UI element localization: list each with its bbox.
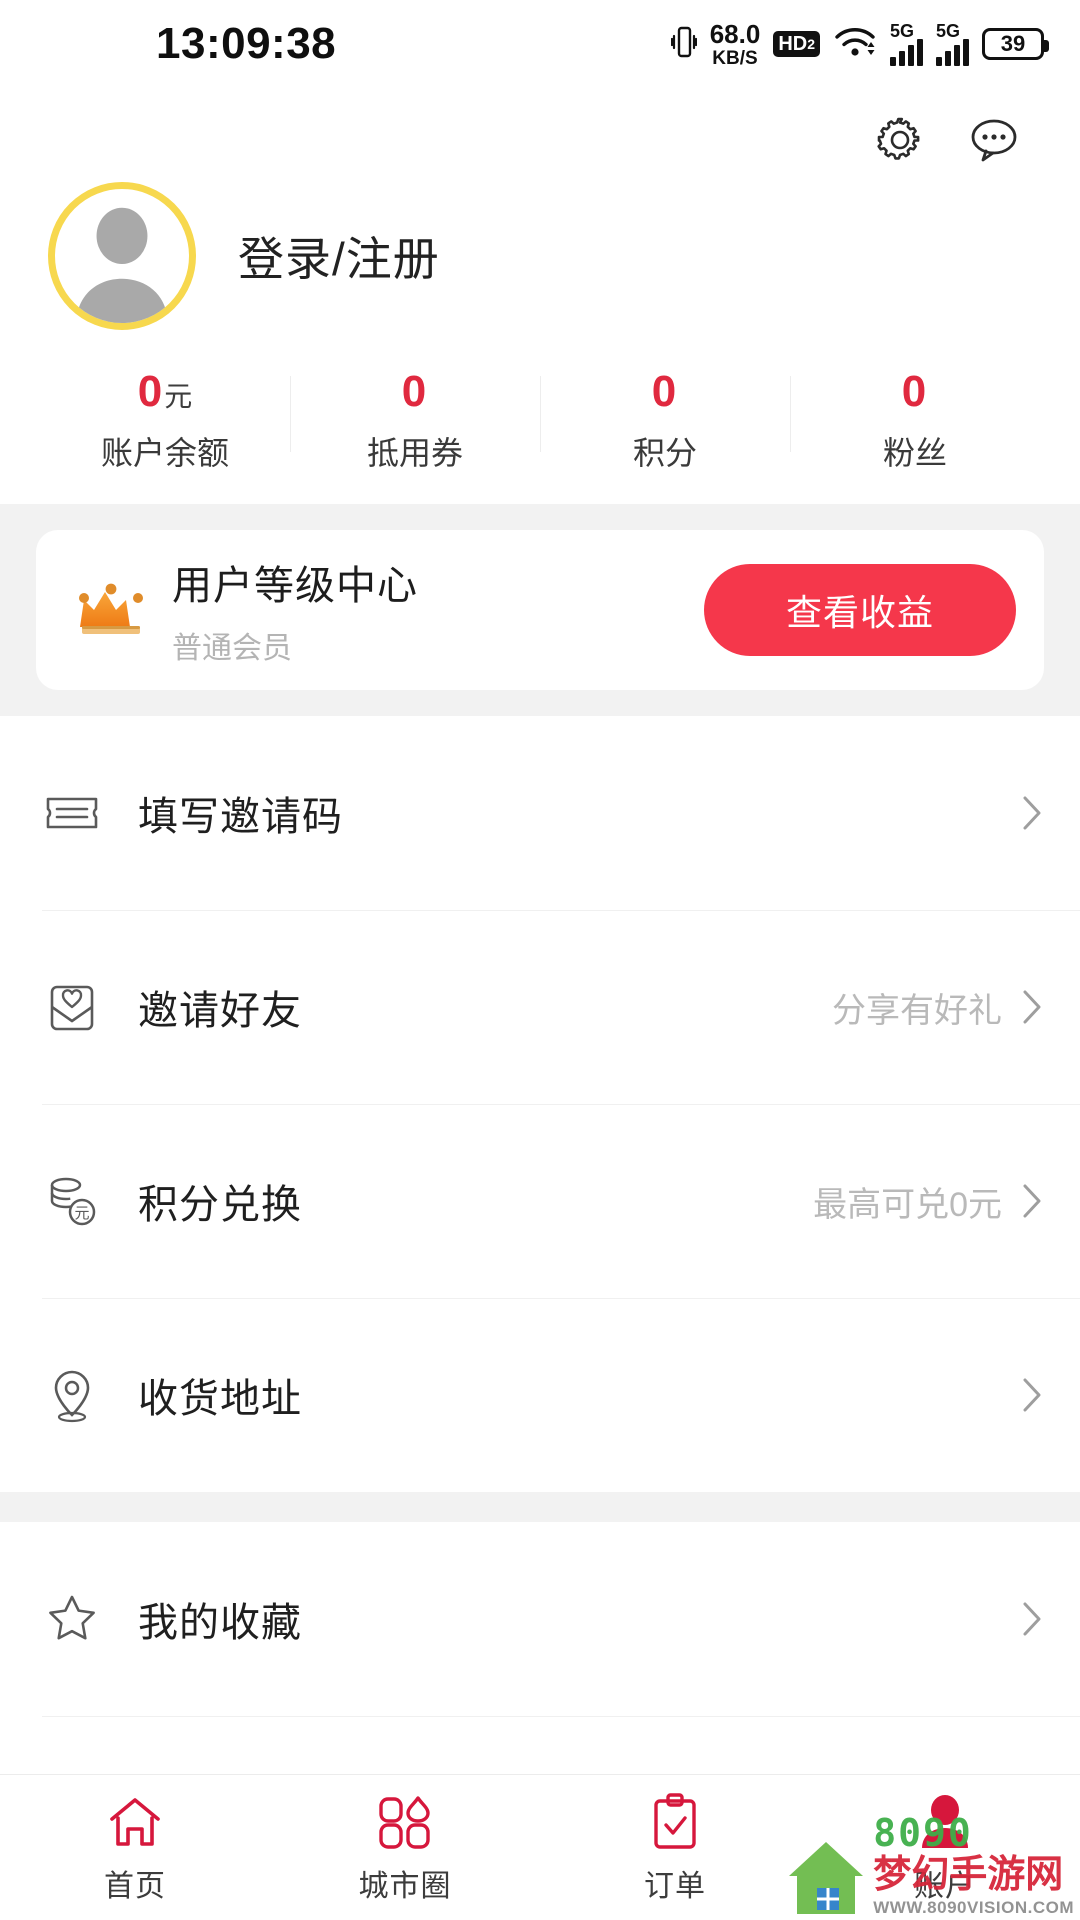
tab-city-circle[interactable]: 城市圈: [270, 1791, 540, 1905]
tab-account[interactable]: 账户: [810, 1791, 1080, 1905]
section-divider: [0, 1492, 1080, 1523]
chevron-right-icon: [1020, 1181, 1044, 1221]
stats-row: 0元 账户余额 0 抵用券 0 积分 0 粉丝: [40, 330, 1040, 504]
network-speed-unit: KB/S: [712, 47, 758, 69]
app-screen: 13:09:38 68.0 KB/S HD 2 5G 5G 39 登录/注册 0…: [0, 0, 1080, 1920]
user-icon: [914, 1791, 976, 1853]
tab-orders[interactable]: 订单: [540, 1791, 810, 1905]
profile-row[interactable]: 登录/注册: [40, 168, 1040, 330]
svg-text:元: 元: [74, 1205, 89, 1222]
vip-title: 用户等级中心: [172, 564, 418, 609]
tab-label: 账户: [914, 1869, 976, 1903]
stat-value: 0: [651, 367, 677, 416]
location-pin-icon: [42, 1365, 102, 1425]
menu-item-label: 邀请好友: [138, 989, 302, 1034]
chevron-right-icon: [1020, 1375, 1044, 1415]
envelope-heart-icon: [42, 977, 102, 1037]
tab-home[interactable]: 首页: [0, 1791, 270, 1905]
stat-value: 0元: [137, 367, 193, 416]
menu-item-invite-friends[interactable]: 邀请好友 分享有好礼: [0, 910, 1080, 1104]
tab-label: 首页: [104, 1869, 166, 1903]
stat-label: 粉丝: [882, 435, 947, 472]
hd-voice-icon: HD 2: [773, 31, 820, 57]
stat-value: 0: [901, 367, 927, 416]
menu-item-hint: 最高可兑0元: [813, 1185, 1002, 1224]
star-icon: [42, 1589, 102, 1649]
status-bar-indicators: 68.0 KB/S HD 2 5G 5G 39: [670, 21, 1049, 68]
gear-icon[interactable]: [872, 112, 928, 168]
stat-label: 抵用券: [366, 435, 463, 472]
home-icon: [104, 1791, 166, 1853]
stat-value: 0: [401, 367, 427, 416]
network-speed-indicator: 68.0 KB/S: [710, 21, 761, 68]
menu-item-label: 我的收藏: [138, 1601, 302, 1646]
menu-group-1: 填写邀请码 邀请好友 分享有好礼 元 积分兑换 最高可兑0元 收货地址: [0, 716, 1080, 1493]
battery-icon: 39: [982, 28, 1049, 60]
menu-item-points-exchange[interactable]: 元 积分兑换 最高可兑0元: [0, 1104, 1080, 1298]
menu-group-2: 我的收藏 我的评价: [0, 1522, 1080, 1774]
stat-label: 账户余额: [100, 435, 229, 472]
menu-item-shipping-address[interactable]: 收货地址: [0, 1298, 1080, 1492]
wifi-icon: [833, 22, 877, 67]
vibrate-icon: [670, 22, 697, 67]
chat-bubble-icon[interactable]: [966, 112, 1022, 168]
menu-item-label: 积分兑换: [138, 1183, 302, 1228]
network-speed-value: 68.0: [709, 18, 761, 49]
chevron-right-icon: [1020, 1599, 1044, 1639]
profile-header: 登录/注册 0元 账户余额 0 抵用券 0 积分 0 粉丝: [0, 88, 1080, 505]
login-register-link[interactable]: 登录/注册: [238, 223, 440, 289]
signal-indicator-sim2: 5G: [936, 21, 969, 66]
vip-level-card[interactable]: 用户等级中心 普通会员 查看收益: [36, 530, 1044, 691]
chevron-right-icon: [1020, 987, 1044, 1027]
vip-texts: 用户等级中心 普通会员: [172, 553, 418, 667]
menu-item-my-reviews[interactable]: 我的评价: [0, 1716, 1080, 1774]
stat-fans[interactable]: 0 粉丝: [790, 367, 1040, 474]
view-earnings-button[interactable]: 查看收益: [704, 564, 1016, 657]
header-actions: [40, 88, 1040, 168]
status-bar: 13:09:38 68.0 KB/S HD 2 5G 5G 39: [0, 0, 1080, 88]
city-circle-icon: [374, 1791, 436, 1853]
menu-item-label: 收货地址: [138, 1377, 302, 1422]
battery-level: 39: [1000, 31, 1026, 56]
crown-icon: [78, 582, 144, 638]
coin-stack-icon: 元: [42, 1171, 102, 1231]
ticket-icon: [42, 783, 102, 843]
menu-item-hint: 分享有好礼: [832, 991, 1002, 1030]
tab-label: 城市圈: [358, 1869, 452, 1903]
bottom-tab-bar: 首页 城市圈 订单 账户 8090 梦幻手游网 WWW.8090VISION.C…: [0, 1774, 1080, 1920]
menu-item-label: 填写邀请码: [138, 795, 343, 840]
vip-subtitle: 普通会员: [172, 632, 292, 666]
avatar[interactable]: [48, 182, 196, 330]
vip-card-band: 用户等级中心 普通会员 查看收益: [0, 504, 1080, 717]
default-avatar-icon: [76, 207, 168, 323]
stat-balance[interactable]: 0元 账户余额: [40, 367, 290, 474]
menu-item-favorites[interactable]: 我的收藏: [0, 1522, 1080, 1716]
stat-label: 积分: [632, 435, 697, 472]
stat-coupons[interactable]: 0 抵用券: [290, 367, 540, 474]
stat-points[interactable]: 0 积分: [540, 367, 790, 474]
status-bar-clock: 13:09:38: [156, 19, 337, 68]
tab-label: 订单: [644, 1869, 706, 1903]
menu-list: 填写邀请码 邀请好友 分享有好礼 元 积分兑换 最高可兑0元 收货地址 我的收藏: [0, 716, 1080, 1774]
clipboard-check-icon: [644, 1791, 706, 1853]
chevron-right-icon: [1020, 793, 1044, 833]
signal-indicator-sim1: 5G: [890, 21, 923, 66]
menu-item-invite-code[interactable]: 填写邀请码: [0, 716, 1080, 910]
